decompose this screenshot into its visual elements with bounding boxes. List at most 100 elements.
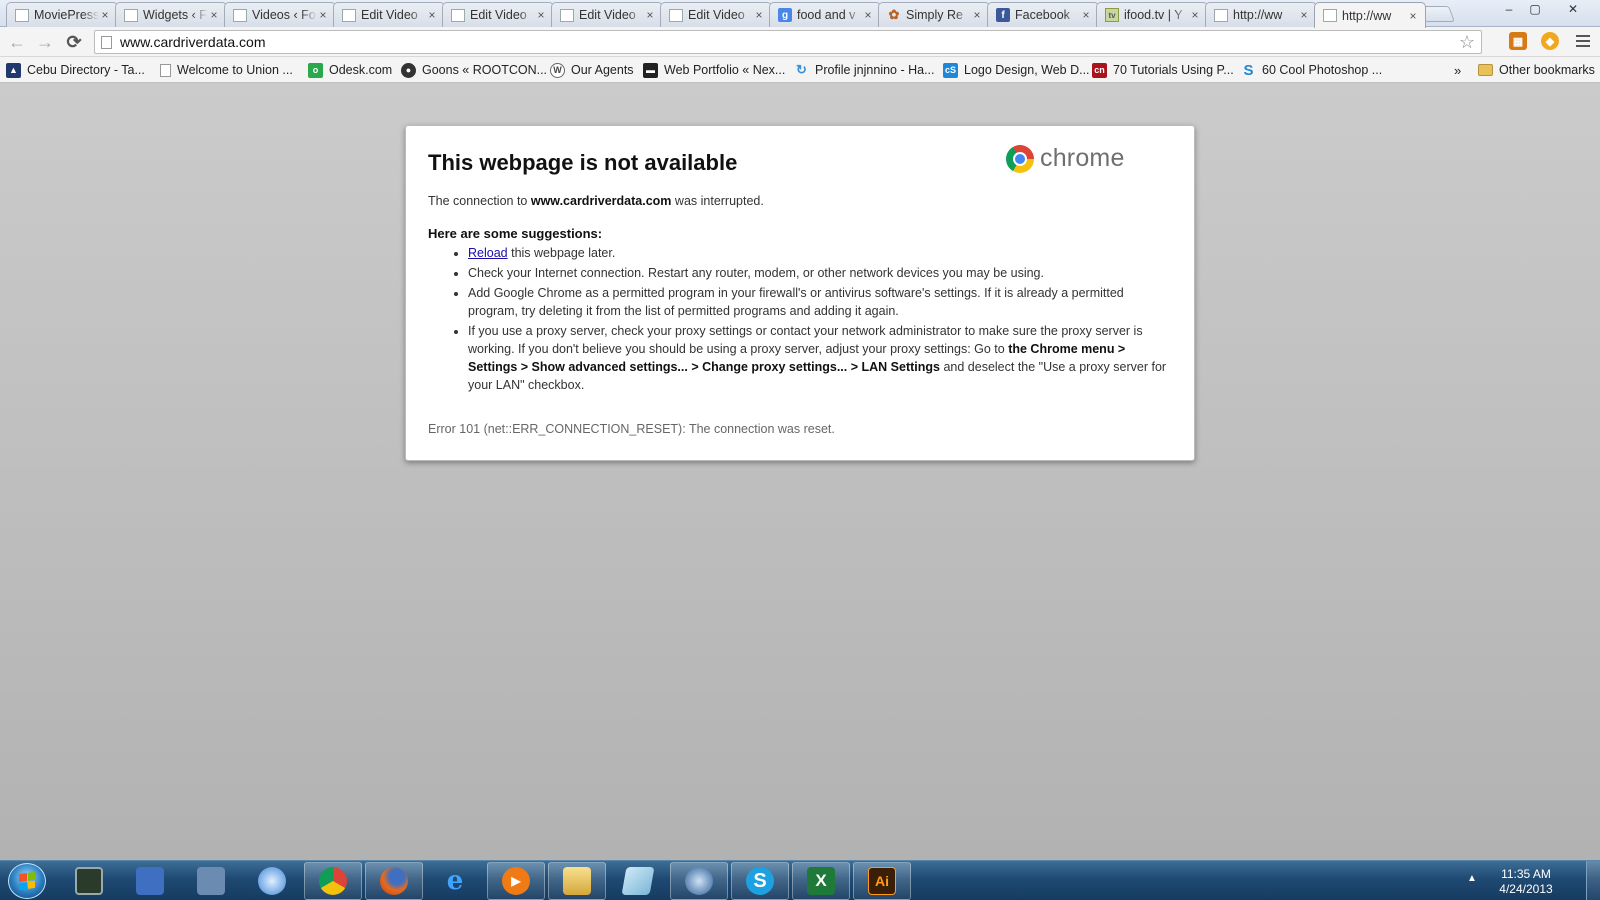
summary-host: www.cardriverdata.com (530, 194, 672, 208)
goons-icon: ● (401, 62, 416, 78)
bookmark-welcome-union[interactable]: Welcome to Union ... (160, 61, 293, 79)
back-button[interactable]: ← (6, 31, 28, 53)
suggestion-firewall: Add Google Chrome as a permitted program… (468, 284, 1172, 320)
tab-videos[interactable]: Videos ‹ Fo × (224, 2, 336, 27)
illustrator-icon: Ai (868, 867, 896, 895)
chrome-menu-icon[interactable] (1576, 33, 1590, 50)
bookmark-web-portfolio[interactable]: ▬ Web Portfolio « Nex... (643, 61, 785, 79)
taskbar-safari[interactable] (243, 862, 301, 900)
reload-button[interactable]: ⟳ (63, 31, 85, 53)
other-bookmarks-label: Other bookmarks (1499, 63, 1595, 77)
tab-close-icon[interactable]: × (426, 8, 438, 22)
taskbar-thunderbird[interactable] (670, 862, 728, 900)
extension-icon[interactable]: ▦ (1509, 32, 1527, 50)
bookmark-odesk[interactable]: o Odesk.com (308, 61, 392, 79)
ie-icon: e (446, 866, 464, 896)
thunderbird-icon (685, 867, 713, 895)
tab-title: Edit Video (688, 8, 745, 22)
tab-close-icon[interactable]: × (99, 8, 111, 22)
tab-title: Edit Video (361, 8, 418, 22)
windows-logo-icon (19, 871, 35, 891)
taskbar-chrome[interactable] (304, 862, 362, 900)
bookmark-cebu-directory[interactable]: ▲ Cebu Directory - Ta... (6, 61, 145, 79)
bookmark-profile[interactable]: ↻ Profile jnjnnino - Ha... (794, 61, 935, 79)
bookmark-our-agents[interactable]: W Our Agents (550, 61, 634, 79)
explorer-icon (563, 867, 591, 895)
bookmarks-overflow-chevron-icon[interactable]: » (1454, 61, 1461, 79)
flower-icon: ✿ (888, 7, 900, 22)
tab-simply-re[interactable]: ✿ Simply Re × (878, 2, 990, 27)
tab-close-icon[interactable]: × (208, 8, 220, 22)
bookmark-star-icon[interactable]: ☆ (1459, 32, 1475, 53)
tab-close-icon[interactable]: × (317, 8, 329, 22)
tab-close-icon[interactable]: × (1298, 8, 1310, 22)
cebu-icon: ▲ (6, 62, 21, 78)
devices-icon (197, 867, 225, 895)
forward-button[interactable]: → (34, 31, 56, 53)
address-bar[interactable]: www.cardriverdata.com ☆ (94, 30, 1482, 54)
taskbar-media-player[interactable]: ▶ (487, 862, 545, 900)
tab-close-icon[interactable]: × (971, 8, 983, 22)
taskbar-devices[interactable] (182, 862, 240, 900)
excel-icon: X (807, 867, 835, 895)
folder-icon (1478, 64, 1493, 76)
taskbar-internet-explorer[interactable]: e (426, 862, 484, 900)
minimize-button[interactable]: – (1496, 0, 1522, 18)
tab-close-icon[interactable]: × (1080, 8, 1092, 22)
summary-prefix: The connection to (428, 194, 531, 208)
tab-edit-video-4[interactable]: Edit Video × (660, 2, 772, 27)
bookmark-70-tutorials[interactable]: cn 70 Tutorials Using P... (1092, 61, 1234, 79)
reload-rest: this webpage later. (507, 246, 616, 260)
bookmark-label: Profile jnjnnino - Ha... (815, 63, 935, 77)
taskbar-excel[interactable]: X (792, 862, 850, 900)
media-icon: ▶ (502, 867, 530, 895)
tab-title: Facebook (1015, 8, 1070, 22)
chrome-icon (319, 867, 347, 895)
maximize-button[interactable]: ▢ (1522, 0, 1548, 18)
tab-close-icon[interactable]: × (535, 8, 547, 22)
tab-title: MoviePress (34, 8, 99, 22)
tab-close-icon[interactable]: × (1189, 8, 1201, 22)
bookmark-60-cool-photoshop[interactable]: S 60 Cool Photoshop ... (1241, 61, 1382, 79)
page-icon (451, 8, 465, 22)
suggestions-list: Reload this webpage later. Check your In… (468, 244, 1172, 394)
system-clock[interactable]: 11:35 AM 4/24/2013 (1496, 867, 1556, 897)
taskbar-firefox[interactable] (365, 862, 423, 900)
taskbar-explorer[interactable] (548, 862, 606, 900)
tab-close-icon[interactable]: × (1407, 9, 1419, 23)
bookmark-logo-design[interactable]: cS Logo Design, Web D... (943, 61, 1090, 79)
bookmark-goons[interactable]: ● Goons « ROOTCON... (401, 61, 547, 79)
tab-http-active[interactable]: http://ww × (1314, 2, 1426, 28)
tab-edit-video-2[interactable]: Edit Video × (442, 2, 554, 27)
taskbar-terminal[interactable] (60, 862, 118, 900)
close-window-button[interactable]: ✕ (1560, 0, 1586, 18)
taskbar-notes[interactable] (609, 862, 667, 900)
tray-expand-icon[interactable]: ▲ (1467, 873, 1477, 884)
bookmark-label: Odesk.com (329, 63, 393, 77)
tab-close-icon[interactable]: × (862, 8, 874, 22)
tab-http-1[interactable]: http://ww × (1205, 2, 1317, 27)
tab-edit-video-3[interactable]: Edit Video × (551, 2, 663, 27)
taskbar-skype[interactable]: S (731, 862, 789, 900)
tab-widgets[interactable]: Widgets ‹ F × (115, 2, 227, 27)
taskbar-illustrator[interactable]: Ai (853, 862, 911, 900)
tab-edit-video-1[interactable]: Edit Video × (333, 2, 445, 27)
bookmark-label: 70 Tutorials Using P... (1113, 63, 1234, 77)
start-button[interactable] (8, 863, 46, 899)
url-text[interactable]: www.cardriverdata.com (120, 34, 266, 50)
suggestion-check-connection: Check your Internet connection. Restart … (468, 264, 1172, 282)
tab-ifood[interactable]: tv ifood.tv | Y × (1096, 2, 1208, 27)
network-icon (136, 867, 164, 895)
show-desktop-button[interactable] (1586, 861, 1600, 900)
tab-title: ifood.tv | Y (1124, 8, 1183, 22)
tab-facebook[interactable]: f Facebook × (987, 2, 1099, 27)
tab-food-and-v[interactable]: g food and v × (769, 2, 881, 27)
taskbar-network[interactable] (121, 862, 179, 900)
tab-close-icon[interactable]: × (644, 8, 656, 22)
reload-link[interactable]: Reload (468, 246, 508, 260)
extension-box-icon[interactable]: ◆ (1541, 32, 1559, 50)
chrome-logo-icon (1006, 144, 1034, 173)
tab-close-icon[interactable]: × (753, 8, 765, 22)
other-bookmarks-folder[interactable]: Other bookmarks (1478, 61, 1595, 79)
tab-moviepress[interactable]: MoviePress × (6, 2, 118, 27)
